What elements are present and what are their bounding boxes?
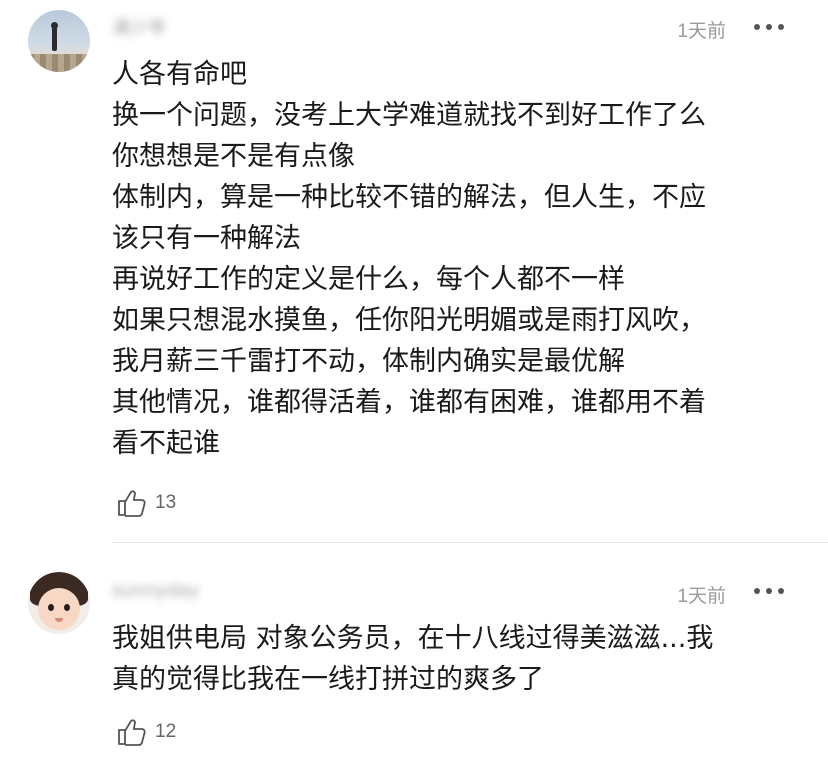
avatar-face [38, 588, 80, 630]
avatar-eye [48, 604, 54, 611]
comment-line: 体制内，算是一种比较不错的解法，但人生，不应 [112, 182, 706, 213]
comment-line: 再说好工作的定义是什么，每个人都不一样 [112, 264, 625, 295]
avatar-eye [64, 604, 70, 611]
comment-line: 人各有命吧 [112, 59, 247, 90]
avatar[interactable] [28, 10, 90, 72]
comment-line: 看不起谁 [112, 428, 220, 459]
like-button[interactable]: 12 [115, 715, 176, 749]
avatar-figure [52, 27, 57, 51]
username[interactable]: sunnyday [112, 580, 199, 604]
avatar[interactable] [28, 572, 90, 634]
divider [112, 542, 828, 543]
like-button[interactable]: 13 [115, 486, 176, 520]
thumbs-up-icon [118, 719, 146, 746]
comment-line: 我姐供电局 对象公务员，在十八线过得美滋滋...我 [112, 623, 714, 654]
like-count: 12 [155, 721, 177, 742]
comment-line: 你想想是不是有点像 [112, 141, 355, 172]
comment-line: 换一个问题，没考上大学难道就找不到好工作了么 [112, 100, 706, 131]
more-options-icon[interactable] [754, 586, 784, 596]
username[interactable]: 满少爷 [112, 14, 166, 39]
timestamp: 1天前 [677, 586, 726, 607]
comment-text: 人各有命吧 换一个问题，没考上大学难道就找不到好工作了么 你想想是不是有点像 体… [112, 54, 802, 464]
comment-line: 我月薪三千雷打不动，体制内确实是最优解 [112, 346, 625, 377]
comment-line: 其他情况，谁都得活着，谁都有困难，谁都用不着 [112, 387, 706, 418]
avatar-dock [28, 54, 90, 72]
timestamp: 1天前 [677, 21, 726, 42]
more-options-icon[interactable] [754, 22, 784, 32]
comment-line: 真的觉得比我在一线打拼过的爽多了 [112, 664, 544, 695]
thumbs-up-icon [118, 490, 146, 517]
comment-text: 我姐供电局 对象公务员，在十八线过得美滋滋...我 真的觉得比我在一线打拼过的爽… [112, 618, 802, 700]
comment-line: 该只有一种解法 [112, 223, 301, 254]
comment-line: 如果只想混水摸鱼，任你阳光明媚或是雨打风吹， [112, 305, 706, 336]
like-count: 13 [155, 492, 177, 513]
